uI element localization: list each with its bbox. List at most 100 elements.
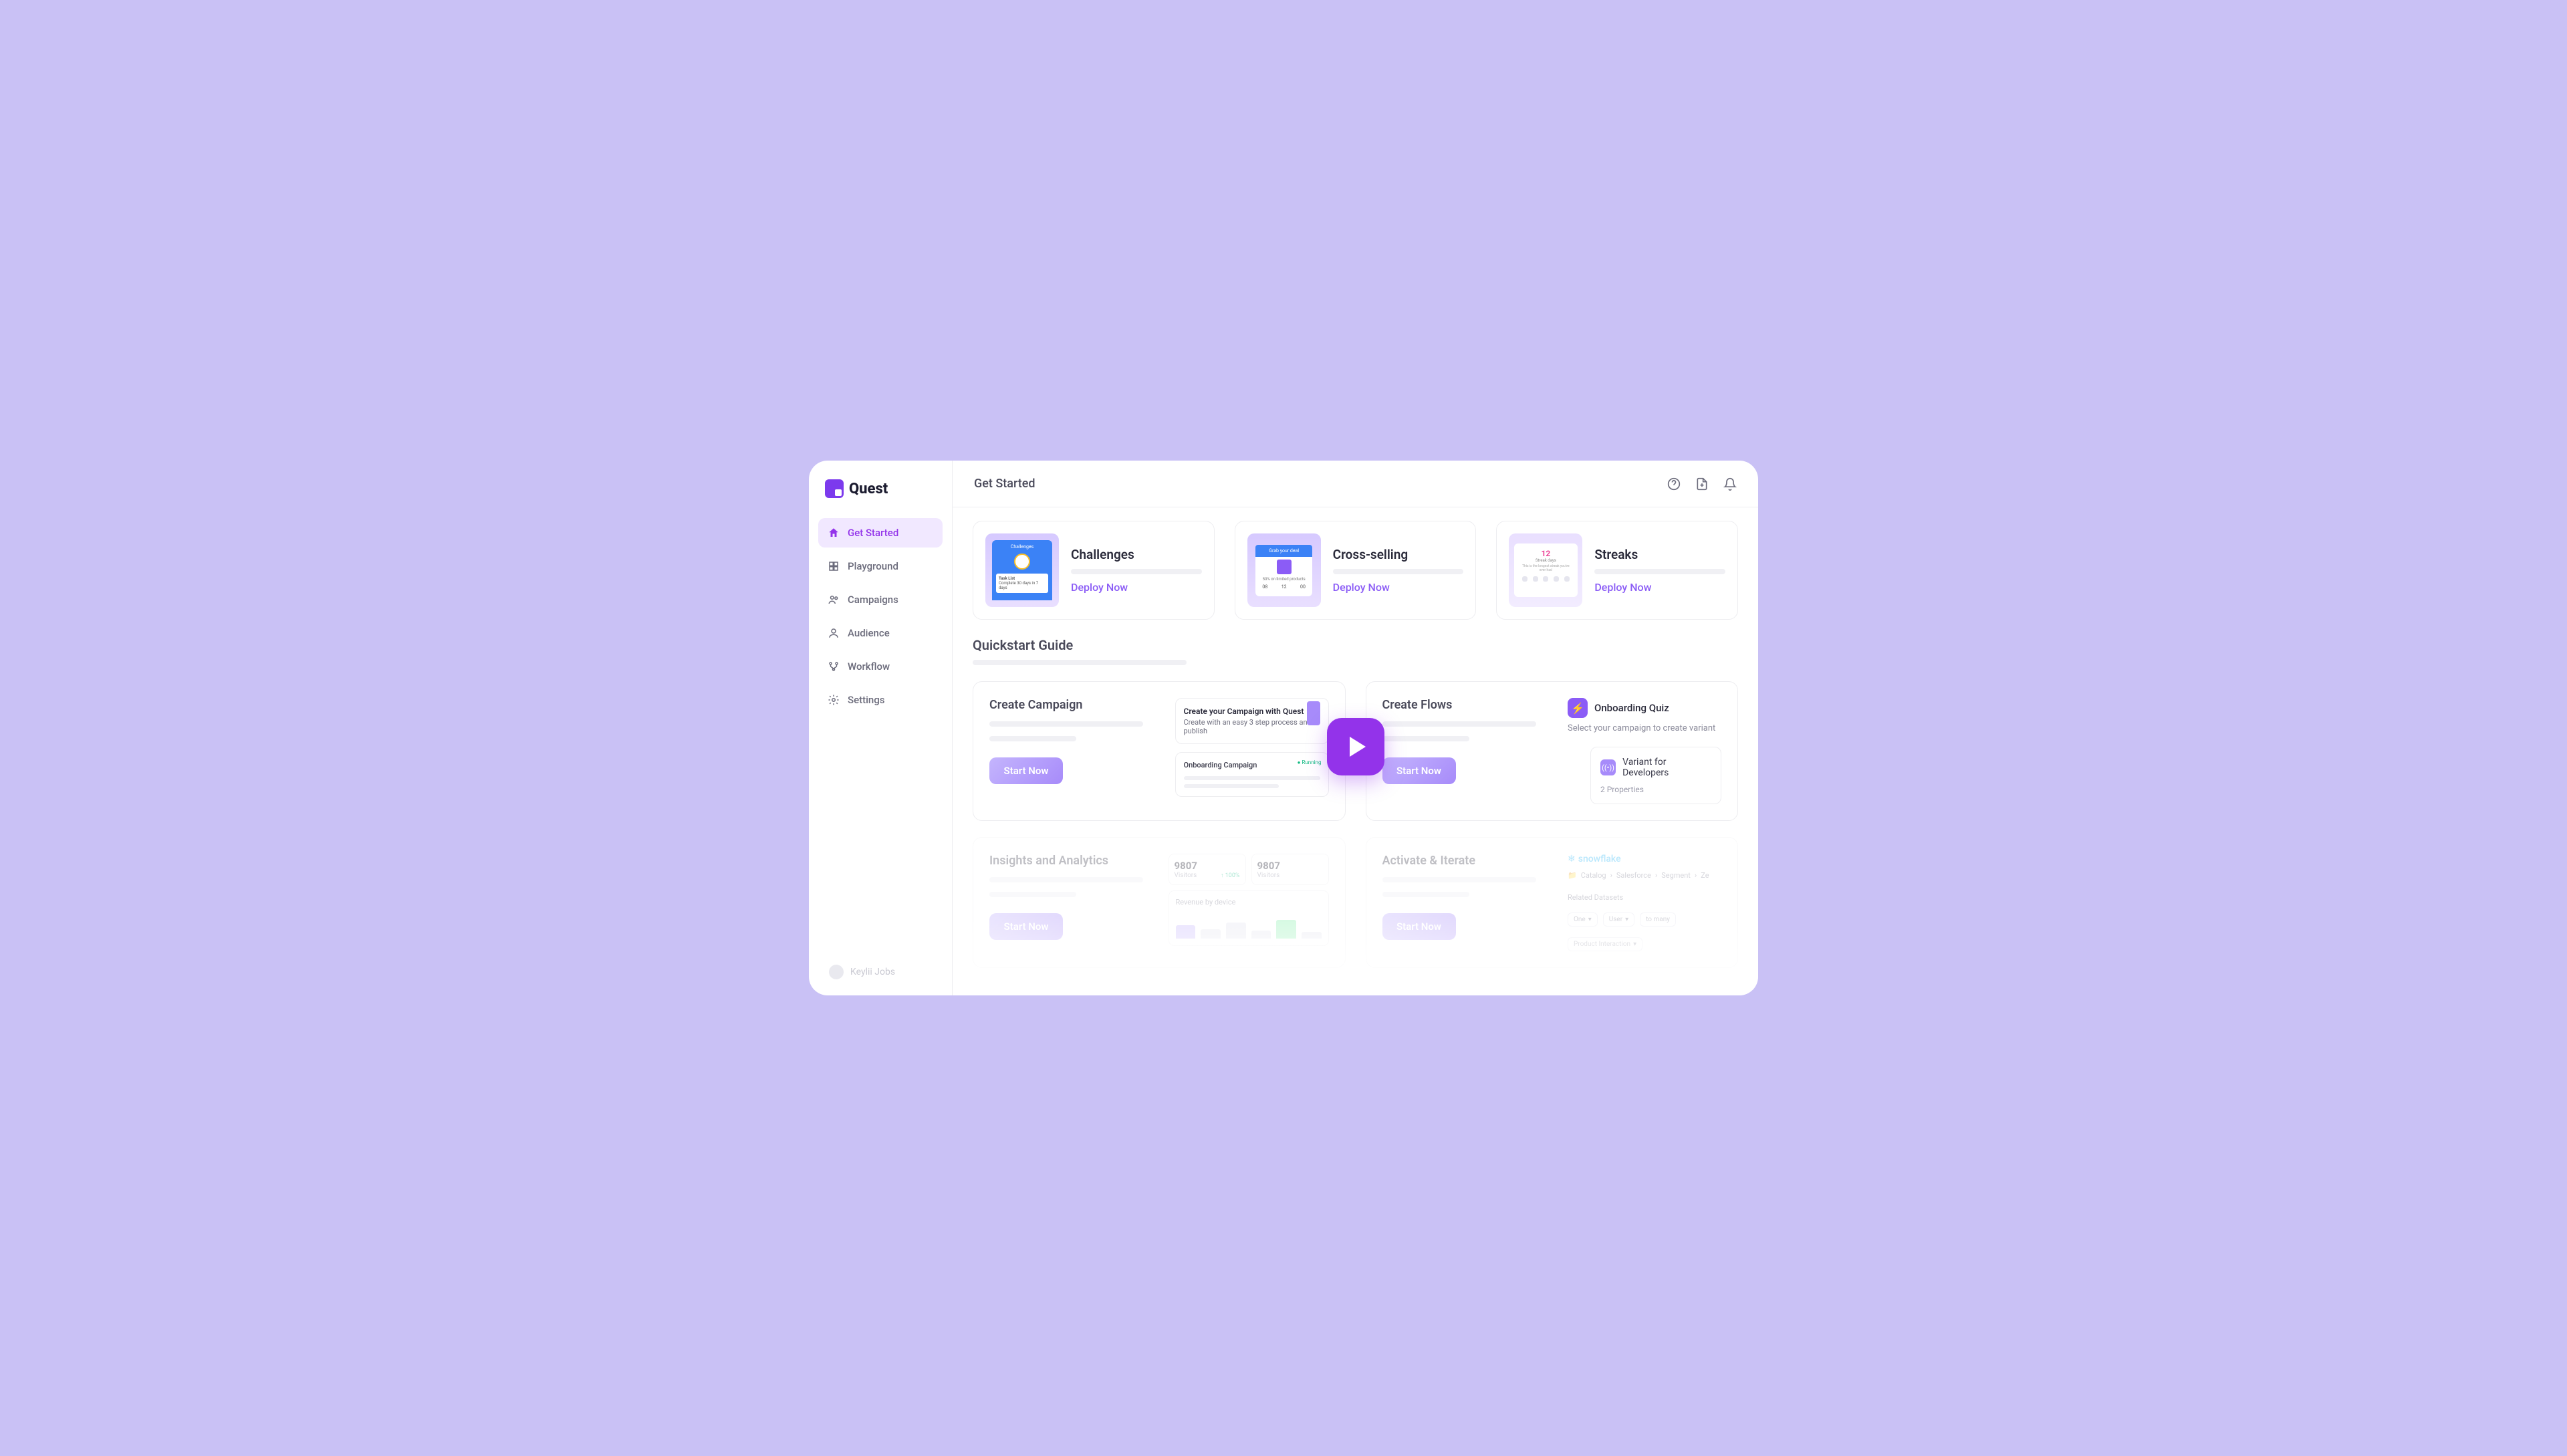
guide-insights: Insights and Analytics Start Now 9807 Vi…	[973, 837, 1346, 968]
placeholder-bar	[989, 736, 1076, 741]
deploy-link[interactable]: Deploy Now	[1071, 581, 1202, 594]
nav-label: Playground	[848, 560, 898, 572]
section-title: Quickstart Guide	[973, 637, 1738, 653]
thumb-label: Challenges	[996, 544, 1048, 550]
guide-create-flows: Create Flows Start Now ⚡ Onboarding Quiz…	[1366, 681, 1739, 821]
placeholder-bar	[1382, 736, 1469, 741]
home-icon	[828, 527, 840, 539]
thumbnail: Grab your deal 50% on limited products 0…	[1247, 533, 1321, 607]
nav-audience[interactable]: Audience	[818, 618, 943, 648]
placeholder-bar	[989, 892, 1076, 897]
users-icon	[828, 594, 840, 606]
thumbnail: 12 Streak days This is the longest strea…	[1509, 533, 1582, 607]
start-now-button[interactable]: Start Now	[1382, 913, 1456, 940]
start-now-button[interactable]: Start Now	[989, 913, 1063, 940]
logo[interactable]: Quest	[818, 479, 943, 518]
metric-value: 9807	[1257, 860, 1323, 872]
quiz-sub: Select your campaign to create variant	[1568, 723, 1721, 733]
card-streaks[interactable]: 12 Streak days This is the longest strea…	[1496, 521, 1738, 620]
header: Get Started	[953, 461, 1758, 507]
pill[interactable]: Product Interaction ▾	[1568, 937, 1642, 951]
content: Challenges Task ListComplete 30 days in …	[953, 507, 1758, 995]
nav-workflow[interactable]: Workflow	[818, 652, 943, 681]
play-button[interactable]	[1327, 718, 1384, 775]
header-actions	[1667, 477, 1737, 491]
onboarding-quiz: ⚡ Onboarding Quiz	[1568, 698, 1721, 718]
nav-label: Workflow	[848, 660, 890, 673]
tooltip-title: Create your Campaign with Quest	[1184, 707, 1320, 716]
variant-sub: 2 Properties	[1600, 785, 1711, 794]
user-name: Keylii Jobs	[850, 967, 895, 977]
deploy-link[interactable]: Deploy Now	[1333, 581, 1464, 594]
nav-playground[interactable]: Playground	[818, 552, 943, 581]
status-running: ● Running	[1298, 759, 1322, 765]
bolt-icon: ⚡	[1568, 698, 1588, 718]
nav-settings[interactable]: Settings	[818, 685, 943, 715]
pill[interactable]: One ▾	[1568, 913, 1598, 927]
logo-icon	[825, 479, 844, 498]
start-now-button[interactable]: Start Now	[989, 757, 1063, 784]
chip-icon	[1307, 701, 1320, 725]
card-cross-selling[interactable]: Grab your deal 50% on limited products 0…	[1235, 521, 1477, 620]
metric-visitors-2: 9807 Visitors	[1251, 854, 1329, 885]
guide-row-2: Insights and Analytics Start Now 9807 Vi…	[973, 837, 1738, 968]
bell-icon[interactable]	[1723, 477, 1737, 491]
streak-desc: This is the longest streak you've ever h…	[1519, 564, 1572, 572]
guide-title: Activate & Iterate	[1382, 854, 1556, 868]
nav-label: Get Started	[848, 527, 898, 539]
avatar	[829, 965, 844, 979]
gear-icon	[828, 694, 840, 706]
pill[interactable]: User ▾	[1603, 913, 1634, 927]
start-now-button[interactable]: Start Now	[1382, 757, 1456, 784]
guide-create-campaign: Create Campaign Start Now Create your Ca…	[973, 681, 1346, 821]
metric-visitors-1: 9807 Visitors ↑ 100%	[1169, 854, 1246, 885]
card-title: Streaks	[1594, 547, 1725, 562]
thumb-top: Grab your deal	[1255, 545, 1312, 557]
app-frame: Quest Get Started Playground Campaigns A…	[809, 461, 1758, 995]
thumb-task-title: Task List	[999, 576, 1015, 581]
streak-number: 12	[1519, 549, 1572, 558]
thumb-deal: 50% on limited products	[1255, 577, 1312, 582]
guide-title: Create Campaign	[989, 698, 1163, 712]
variant-label: Variant for Developers	[1622, 757, 1711, 778]
placeholder-bar	[973, 660, 1187, 665]
deploy-link[interactable]: Deploy Now	[1594, 581, 1725, 594]
revenue-label: Revenue by device	[1176, 898, 1322, 906]
card-title: Cross-selling	[1333, 547, 1464, 562]
nav: Get Started Playground Campaigns Audienc…	[818, 518, 943, 715]
user-icon	[828, 627, 840, 639]
guide-activate: Activate & Iterate Start Now ❄ snowflake…	[1366, 837, 1739, 968]
onboarding-mini-card: ● Running Onboarding Campaign	[1175, 752, 1329, 797]
pill[interactable]: to many	[1640, 913, 1676, 927]
metric-label: Visitors	[1175, 872, 1197, 879]
file-icon[interactable]	[1695, 477, 1709, 491]
card-title: Challenges	[1071, 547, 1202, 562]
placeholder-bar	[1382, 721, 1536, 727]
metric-delta: ↑ 100%	[1221, 872, 1240, 879]
card-challenges[interactable]: Challenges Task ListComplete 30 days in …	[973, 521, 1215, 620]
variant-card[interactable]: ((•)) Variant for Developers 2 Propertie…	[1590, 747, 1721, 804]
placeholder-bar	[1071, 569, 1202, 574]
snowflake-logo: ❄ snowflake	[1568, 854, 1721, 864]
metric-label: Visitors	[1257, 872, 1323, 879]
thumb-task-sub: Complete 30 days in 7 days	[999, 581, 1038, 590]
tooltip-card: Create your Campaign with Quest Create w…	[1175, 698, 1329, 744]
help-icon[interactable]	[1667, 477, 1681, 491]
metric-value: 9807	[1175, 860, 1240, 872]
placeholder-bar	[989, 877, 1143, 882]
breadcrumb: 📁Catalog› Salesforce› Segment› Ze	[1568, 871, 1721, 880]
nav-get-started[interactable]: Get Started	[818, 518, 943, 548]
revenue-box: Revenue by device	[1169, 890, 1329, 946]
tooltip-sub: Create with an easy 3 step process and p…	[1184, 718, 1320, 735]
streak-sub: Streak days	[1519, 558, 1572, 563]
nav-label: Audience	[848, 627, 890, 639]
bar-chart	[1176, 912, 1322, 939]
branch-icon	[828, 660, 840, 673]
placeholder-bar	[1382, 877, 1536, 882]
nav-campaigns[interactable]: Campaigns	[818, 585, 943, 614]
placeholder-bar	[989, 721, 1143, 727]
placeholder-bar	[1382, 892, 1469, 897]
placeholder-bar	[1594, 569, 1725, 574]
user-chip[interactable]: Keylii Jobs	[829, 965, 895, 979]
thumbnail: Challenges Task ListComplete 30 days in …	[985, 533, 1059, 607]
